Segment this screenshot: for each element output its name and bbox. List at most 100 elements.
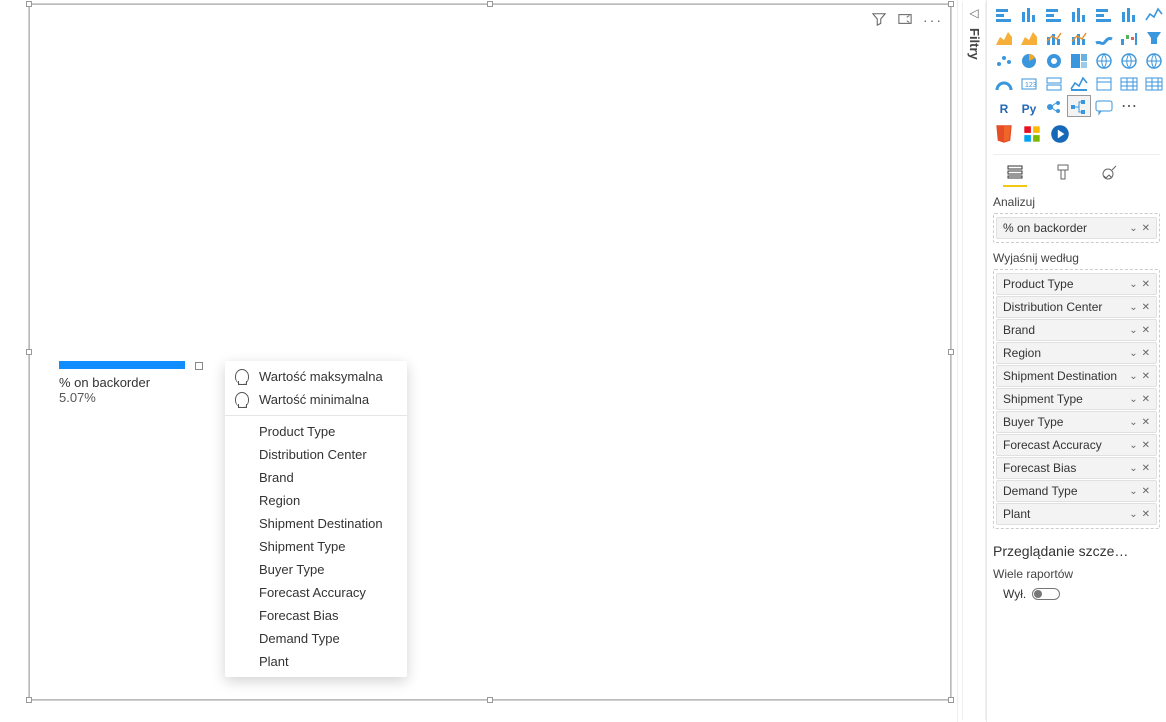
remove-field-icon[interactable]: ✕ [1142,348,1150,359]
viz-line-clustered-column-icon[interactable] [1068,27,1090,47]
field-pill[interactable]: Buyer Type⌄✕ [996,411,1157,433]
chevron-down-icon[interactable]: ⌄ [1129,440,1137,451]
remove-field-icon[interactable]: ✕ [1142,417,1150,428]
viz-stacked-column-100-icon[interactable] [1118,4,1140,24]
viz-clustered-bar-icon[interactable] [1043,4,1065,24]
chevron-down-icon[interactable]: ⌄ [1129,348,1137,359]
cross-report-toggle[interactable]: Wył. [993,587,1160,601]
viz-multi-row-card-icon[interactable] [1043,73,1065,93]
menu-item-dimension[interactable]: Brand [225,466,407,489]
tab-analytics[interactable] [1099,159,1123,187]
field-pill[interactable]: Shipment Destination⌄✕ [996,365,1157,387]
remove-field-icon[interactable]: ✕ [1142,509,1150,520]
field-pill[interactable]: Plant⌄✕ [996,503,1157,525]
chevron-down-icon[interactable]: ⌄ [1129,279,1137,290]
viz-stacked-area-icon[interactable] [1018,27,1040,47]
viz-area-icon[interactable] [993,27,1015,47]
toggle-switch[interactable] [1032,588,1060,600]
viz-more-icon[interactable]: ⋯ [1118,96,1140,116]
chevron-down-icon[interactable]: ⌄ [1129,463,1137,474]
field-pill[interactable]: Shipment Type⌄✕ [996,388,1157,410]
field-pill-analyze[interactable]: % on backorder ⌄ ✕ [996,217,1157,239]
viz-map-icon[interactable] [1093,50,1115,70]
resize-handle[interactable] [26,697,32,703]
viz-py-visual-icon[interactable]: Py [1018,96,1040,116]
resize-handle[interactable] [487,1,493,7]
viz-card-icon[interactable]: 123 [1018,73,1040,93]
viz-kpi-icon[interactable] [1068,73,1090,93]
viz-pie-icon[interactable] [1018,50,1040,70]
menu-item-dimension[interactable]: Plant [225,650,407,673]
resize-handle[interactable] [948,349,954,355]
remove-field-icon[interactable]: ✕ [1142,279,1150,290]
viz-azure-map-icon[interactable] [1143,50,1165,70]
expand-handle[interactable] [195,362,203,370]
tab-format[interactable] [1051,159,1075,187]
viz-key-influencers-icon[interactable] [1043,96,1065,116]
chevron-down-icon[interactable]: ⌄ [1129,394,1137,405]
viz-treemap-icon[interactable] [1068,50,1090,70]
resize-handle[interactable] [487,697,493,703]
resize-handle[interactable] [26,1,32,7]
viz-filled-map-icon[interactable] [1118,50,1140,70]
viz-funnel-icon[interactable] [1143,27,1165,47]
menu-item-dimension[interactable]: Shipment Type [225,535,407,558]
chevron-down-icon[interactable]: ⌄ [1129,325,1137,336]
viz-waterfall-icon[interactable] [1118,27,1140,47]
viz-line-icon[interactable] [1143,4,1165,24]
field-pill[interactable]: Forecast Bias⌄✕ [996,457,1157,479]
resize-handle[interactable] [948,697,954,703]
menu-item-dimension[interactable]: Buyer Type [225,558,407,581]
viz-r-visual-icon[interactable]: R [993,96,1015,116]
tab-fields[interactable] [1003,159,1027,187]
menu-item-dimension[interactable]: Shipment Destination [225,512,407,535]
field-pill[interactable]: Forecast Accuracy⌄✕ [996,434,1157,456]
viz-gauge-icon[interactable] [993,73,1015,93]
menu-item-max[interactable]: Wartość maksymalna [225,365,407,388]
chevron-down-icon[interactable]: ⌄ [1129,223,1137,234]
field-pill[interactable]: Distribution Center⌄✕ [996,296,1157,318]
viz-slicer-icon[interactable] [1093,73,1115,93]
chevron-down-icon[interactable]: ⌄ [1129,302,1137,313]
resize-handle[interactable] [948,1,954,7]
play-axis-visual-icon[interactable] [1049,124,1071,144]
viz-table-icon[interactable] [1118,73,1140,93]
remove-field-icon[interactable]: ✕ [1142,394,1150,405]
field-pill[interactable]: Region⌄✕ [996,342,1157,364]
focus-mode-icon[interactable] [897,12,913,29]
viz-donut-icon[interactable] [1043,50,1065,70]
html5-visual-icon[interactable] [993,124,1015,144]
visual-container[interactable]: ··· % on backorder 5.07% Wartość maksyma… [28,3,952,701]
menu-item-dimension[interactable]: Forecast Bias [225,604,407,627]
viz-line-stacked-column-icon[interactable] [1043,27,1065,47]
viz-scatter-icon[interactable] [993,50,1015,70]
more-options-icon[interactable]: ··· [923,12,943,29]
viz-stacked-column-icon[interactable] [1018,4,1040,24]
viz-qna-icon[interactable] [1093,96,1115,116]
remove-field-icon[interactable]: ✕ [1142,440,1150,451]
viz-decomposition-tree-icon[interactable] [1068,96,1090,116]
viz-clustered-column-icon[interactable] [1068,4,1090,24]
remove-field-icon[interactable]: ✕ [1142,302,1150,313]
viz-stacked-bar-icon[interactable] [993,4,1015,24]
chevron-down-icon[interactable]: ⌄ [1129,371,1137,382]
remove-field-icon[interactable]: ✕ [1142,486,1150,497]
remove-field-icon[interactable]: ✕ [1142,325,1150,336]
viz-ribbon-icon[interactable] [1093,27,1115,47]
filters-pane-collapsed[interactable]: ◁ Filtry [962,2,986,720]
analyze-well[interactable]: % on backorder ⌄ ✕ [993,213,1160,243]
field-pill[interactable]: Demand Type⌄✕ [996,480,1157,502]
appsource-visual-icon[interactable] [1021,124,1043,144]
menu-item-dimension[interactable]: Forecast Accuracy [225,581,407,604]
menu-item-dimension[interactable]: Demand Type [225,627,407,650]
menu-item-dimension[interactable]: Distribution Center [225,443,407,466]
viz-stacked-bar-100-icon[interactable] [1093,4,1115,24]
remove-field-icon[interactable]: ✕ [1142,463,1150,474]
menu-item-dimension[interactable]: Product Type [225,420,407,443]
menu-item-dimension[interactable]: Region [225,489,407,512]
expand-filters-icon[interactable]: ◁ [963,6,985,20]
field-pill[interactable]: Product Type⌄✕ [996,273,1157,295]
chevron-down-icon[interactable]: ⌄ [1129,486,1137,497]
filter-icon[interactable] [871,12,887,29]
remove-field-icon[interactable]: ✕ [1142,371,1150,382]
